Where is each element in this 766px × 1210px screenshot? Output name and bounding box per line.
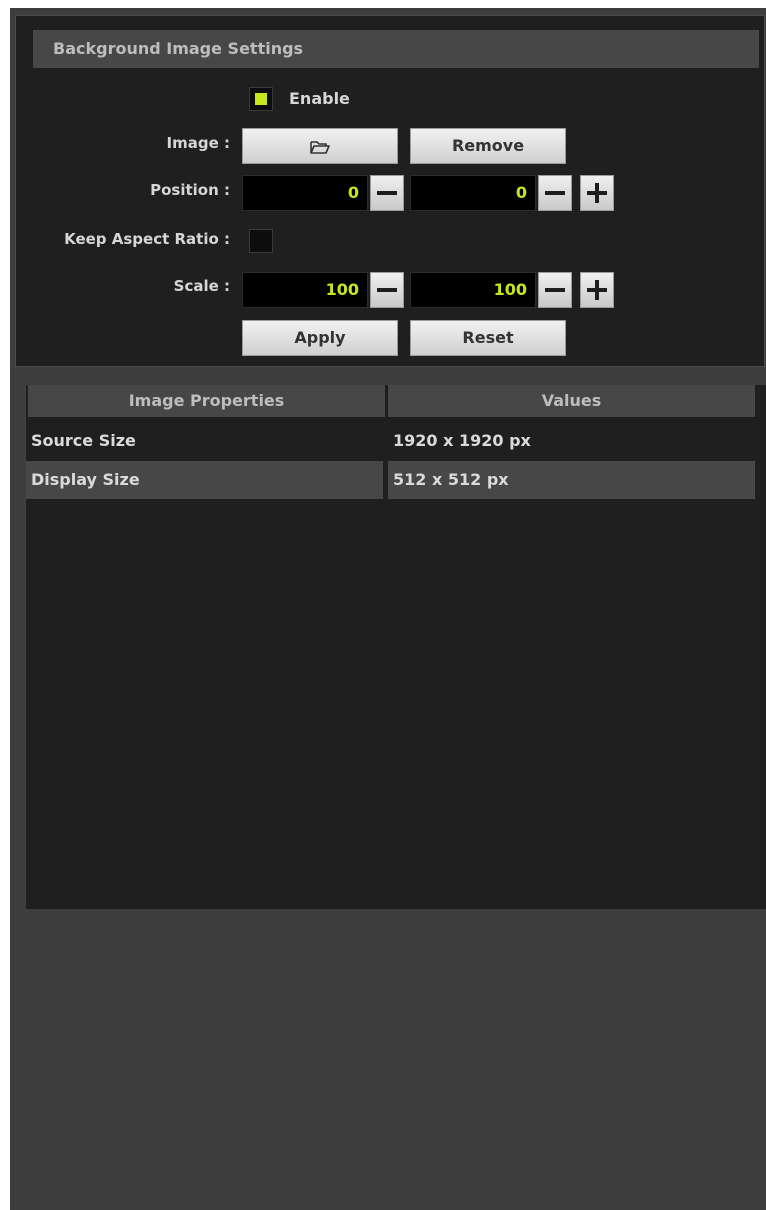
plus-icon-vertical (595, 183, 599, 203)
position-y-decrement-button[interactable] (538, 175, 572, 211)
property-value: 1920 x 1920 px (393, 431, 531, 450)
minus-icon (377, 288, 397, 292)
image-label: Image : (166, 134, 230, 152)
image-properties-table: Image Properties Values Source Size 1920… (26, 385, 766, 909)
column-header-image-properties: Image Properties (28, 385, 385, 417)
folder-open-icon (310, 140, 330, 154)
property-value: 512 x 512 px (388, 461, 755, 499)
remove-image-button[interactable]: Remove (410, 128, 566, 164)
enable-checkbox[interactable] (249, 87, 273, 111)
panel-title: Background Image Settings (33, 30, 759, 68)
property-name: Display Size (26, 461, 383, 499)
position-x-decrement-button[interactable] (370, 175, 404, 211)
scale-x-input[interactable]: 100 (242, 272, 368, 308)
scale-y-input[interactable]: 100 (410, 272, 536, 308)
position-increment-button[interactable] (580, 175, 614, 211)
minus-icon (377, 191, 397, 195)
enable-label: Enable (289, 89, 350, 108)
keep-aspect-ratio-checkbox[interactable] (249, 229, 273, 253)
column-header-values: Values (388, 385, 755, 417)
reset-button[interactable]: Reset (410, 320, 566, 356)
position-y-input[interactable]: 0 (410, 175, 536, 211)
table-row: Display Size 512 x 512 px (26, 461, 755, 499)
minus-icon (545, 191, 565, 195)
keep-aspect-ratio-label: Keep Aspect Ratio : (64, 230, 230, 248)
scale-x-decrement-button[interactable] (370, 272, 404, 308)
scale-y-decrement-button[interactable] (538, 272, 572, 308)
scale-increment-button[interactable] (580, 272, 614, 308)
plus-icon-vertical (595, 280, 599, 300)
property-name: Source Size (31, 431, 136, 450)
minus-icon (545, 288, 565, 292)
scale-label: Scale : (173, 277, 230, 295)
checkbox-checked-indicator (255, 93, 267, 105)
apply-button[interactable]: Apply (242, 320, 398, 356)
position-label: Position : (150, 181, 230, 199)
open-image-button[interactable] (242, 128, 398, 164)
table-row: Source Size 1920 x 1920 px (26, 422, 755, 460)
position-x-input[interactable]: 0 (242, 175, 368, 211)
